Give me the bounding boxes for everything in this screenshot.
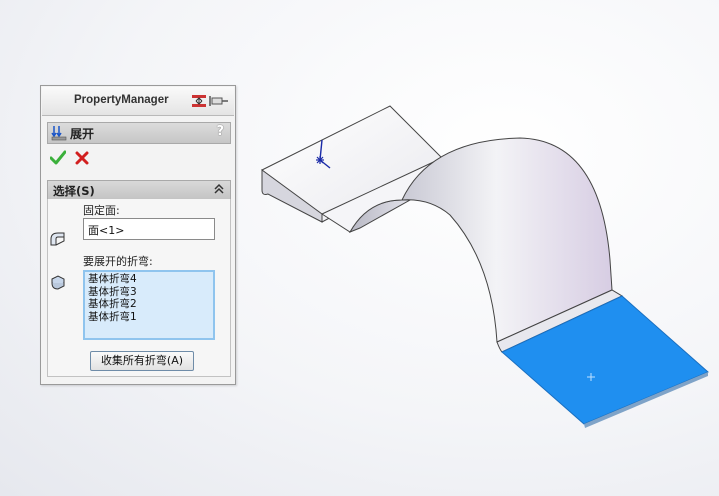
property-manager-title: PropertyManager [74, 94, 169, 106]
list-item[interactable]: 基体折弯3 [88, 286, 213, 299]
fixed-face-field[interactable]: 面<1> [83, 218, 215, 240]
unfold-icon [51, 126, 67, 141]
property-manager-header: PropertyManager [42, 87, 234, 116]
list-item[interactable]: 基体折弯4 [88, 273, 213, 286]
feature-title: 展开 [70, 127, 95, 141]
help-icon[interactable]: ? [216, 124, 224, 139]
selection-group-title: 选择(S) [53, 184, 95, 198]
bends-to-unfold-icon [51, 275, 65, 290]
cross-icon[interactable] [75, 151, 89, 165]
fixed-face-label: 固定面: [83, 204, 120, 217]
bends-list[interactable]: 基体折弯4 基体折弯3 基体折弯2 基体折弯1 [83, 270, 215, 340]
fixed-face-icon [50, 232, 65, 246]
list-item[interactable]: 基体折弯1 [88, 311, 213, 324]
property-manager-panel: PropertyManager 展开 ? 选择(S) 固定面: 面<1> 要展开… [40, 85, 236, 385]
collapse-up-icon[interactable] [213, 183, 225, 195]
pin-icon[interactable] [190, 93, 230, 109]
bends-label: 要展开的折弯: [83, 255, 153, 268]
feature-title-bar: 展开 ? [47, 122, 231, 144]
list-item[interactable]: 基体折弯2 [88, 298, 213, 311]
collect-all-bends-button[interactable]: 收集所有折弯(A) [90, 351, 194, 371]
selection-group-header[interactable]: 选择(S) [47, 180, 231, 200]
checkmark-icon[interactable] [50, 150, 66, 166]
